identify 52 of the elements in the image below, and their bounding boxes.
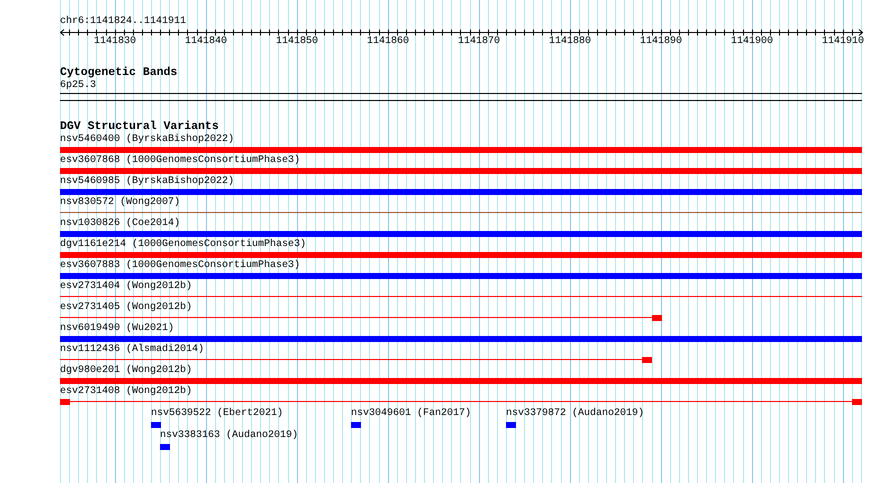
variant-label: nsv5460985 (ByrskaBishop2022) xyxy=(60,176,234,188)
tick-label: 1141910 xyxy=(820,36,865,48)
variant-bar[interactable] xyxy=(60,231,862,237)
variant-label: nsv3049601 (Fan2017) xyxy=(351,408,472,420)
tick-label: 1141860 xyxy=(366,36,410,48)
variant-label: esv2731408 (Wong2012b) xyxy=(60,386,192,398)
variant-label: nsv830572 (Wong2007) xyxy=(60,197,180,209)
variant-bar[interactable] xyxy=(60,273,862,279)
tick-label: 1141840 xyxy=(184,36,228,48)
variant-label: esv2731404 (Wong2012b) xyxy=(60,281,192,293)
tick-label: 1141830 xyxy=(92,36,137,48)
variant-line[interactable] xyxy=(70,401,852,402)
variant-bar[interactable] xyxy=(60,147,862,153)
variant-label: nsv5460400 (ByrskaBishop2022) xyxy=(60,134,234,146)
variant-block[interactable] xyxy=(60,399,70,405)
variant-block[interactable] xyxy=(506,422,516,428)
variant-label: nsv1030826 (Coe2014) xyxy=(60,218,180,230)
track-title: DGV Structural Variants xyxy=(60,121,219,133)
location-label: chr6:1141824..1141911 xyxy=(60,16,186,28)
tick-label: 1141870 xyxy=(456,36,501,48)
variant-block[interactable] xyxy=(642,357,652,363)
variant-block[interactable] xyxy=(151,422,161,428)
variant-label: dgv980e201 (Wong2012b) xyxy=(60,365,192,377)
tick-label: 1141880 xyxy=(548,36,592,48)
variant-label: esv3607883 (1000GenomesConsortiumPhase3) xyxy=(60,260,300,272)
variant-label: nsv6019490 (Wu2021) xyxy=(60,323,174,335)
variant-line[interactable] xyxy=(60,359,642,360)
tick-label: 1141900 xyxy=(730,36,774,48)
tick-label: 1141850 xyxy=(274,36,319,48)
variant-label: nsv3379872 (Audano2019) xyxy=(506,408,644,420)
variant-bar[interactable] xyxy=(60,378,862,384)
variant-block[interactable] xyxy=(351,422,361,428)
variant-label: dgv1161e214 (1000GenomesConsortiumPhase3) xyxy=(60,239,306,251)
variant-bar[interactable] xyxy=(60,336,862,342)
variant-line[interactable] xyxy=(60,317,652,318)
variant-label: esv3607868 (1000GenomesConsortiumPhase3) xyxy=(60,155,300,167)
variant-line[interactable] xyxy=(60,212,862,213)
variant-label: esv2731405 (Wong2012b) xyxy=(60,302,192,314)
variant-block[interactable] xyxy=(852,399,862,405)
band-label: 6p25.3 xyxy=(60,80,96,92)
variant-bar[interactable] xyxy=(60,252,862,258)
track-title: Cytogenetic Bands xyxy=(60,67,178,79)
variant-bar[interactable] xyxy=(60,189,862,195)
variant-label: nsv1112436 (Alsmadi2014) xyxy=(60,344,204,356)
cytoband[interactable] xyxy=(60,93,862,101)
variant-label: nsv3383163 (Audano2019) xyxy=(160,430,298,442)
variant-label: nsv5639522 (Ebert2021) xyxy=(151,408,284,420)
variant-bar[interactable] xyxy=(60,168,862,174)
variant-block[interactable] xyxy=(652,315,662,321)
variant-block[interactable] xyxy=(160,444,170,450)
variant-line[interactable] xyxy=(60,296,862,297)
tick-label: 1141890 xyxy=(638,36,683,48)
